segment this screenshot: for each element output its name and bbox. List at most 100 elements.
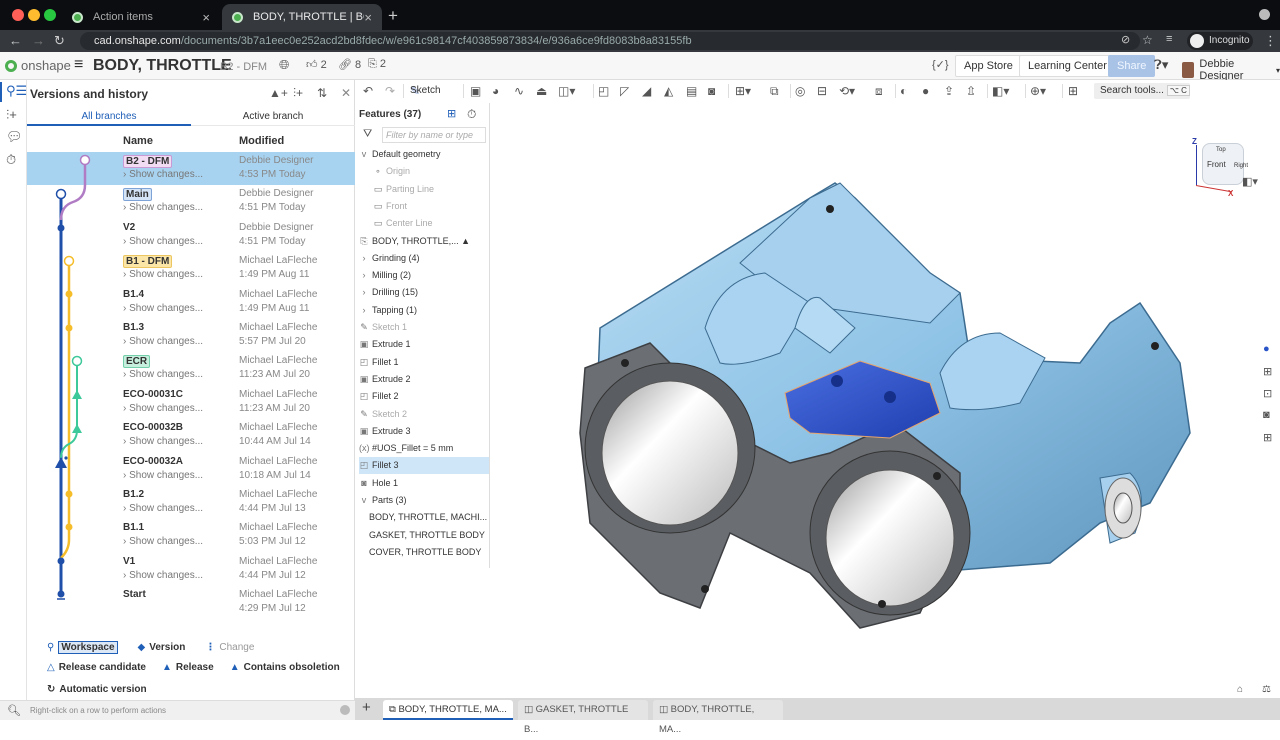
create-version-icon[interactable]: ⫶+ — [293, 86, 303, 101]
part-list-item[interactable]: GASKET, THROTTLE BODY — [359, 527, 489, 544]
feature-list-item[interactable]: › Milling (2) — [359, 267, 489, 284]
feature-list-item[interactable]: ✎ Sketch 1 — [359, 319, 489, 336]
copies-button[interactable]: ⎘ 2 — [368, 58, 386, 71]
delete-part-icon[interactable]: ⧈ — [875, 84, 883, 99]
compare-icon[interactable]: ⇅ — [317, 86, 327, 100]
view-cube-top[interactable]: Top — [1216, 147, 1226, 153]
delete-face-icon[interactable]: ● — [922, 84, 929, 98]
modify-fillet-icon[interactable]: ◐ — [900, 84, 907, 98]
forward-icon[interactable]: → — [32, 33, 45, 48]
feature-list-item[interactable]: ◰ Fillet 1 — [359, 354, 489, 371]
browser-tab-body-throttle[interactable]: BODY, THROTTLE | BODY, TH × — [222, 4, 382, 30]
sweep-icon[interactable]: ∿ — [514, 84, 524, 98]
feature-list-item[interactable]: ◰ Fillet 2 — [359, 388, 489, 405]
tab-active-branch[interactable]: Active branch — [191, 111, 355, 122]
add-tab-button[interactable]: + — [362, 699, 371, 716]
rollback-timer-icon[interactable]: ⏱︎ — [467, 107, 476, 122]
configurations-icon[interactable]: ⊞ — [1263, 365, 1272, 378]
feature-group[interactable]: v Default geometry — [359, 146, 489, 163]
measure-icon[interactable]: ⌂ — [1237, 684, 1243, 695]
boolean-icon[interactable]: ◎ — [795, 84, 805, 98]
plane-icon[interactable]: ◧▾ — [992, 84, 1009, 98]
browser-kebab-icon[interactable]: ⋮ — [1264, 33, 1277, 49]
variables-table-icon[interactable]: ⊞ — [1263, 431, 1272, 444]
like-button[interactable]: 👍︎ 2 — [306, 58, 327, 71]
mass-properties-icon[interactable]: ⊡ — [1263, 387, 1272, 400]
learning-center-button[interactable]: Learning Center — [1019, 55, 1116, 77]
close-window-button[interactable] — [12, 9, 24, 21]
draft-icon[interactable]: ◢ — [642, 84, 651, 98]
search-tabs-icon[interactable]: 🔍︎ — [7, 704, 21, 717]
browser-menu-icon[interactable] — [1259, 9, 1270, 20]
feature-list-item[interactable]: ▭ Center Line — [359, 215, 489, 232]
feature-list-item[interactable]: ◰ Fillet 3 — [359, 457, 489, 475]
render-icon[interactable]: ◙ — [1263, 409, 1270, 421]
appearance-icon[interactable]: ● — [1263, 343, 1270, 355]
incognito-badge[interactable]: Incognito — [1187, 32, 1253, 50]
links-button[interactable]: 🔗︎ 8 — [338, 58, 361, 71]
graphics-viewport[interactable]: Front Top Right Z X ◧▾ — [490, 103, 1258, 700]
variables-icon[interactable]: {✓} — [932, 58, 949, 71]
transform-icon[interactable]: ⟲▾ — [839, 84, 855, 98]
doc-tab-body-throttle-ma[interactable]: ⧉ BODY, THROTTLE, MA... — [383, 700, 513, 720]
mirror-icon[interactable]: ⧉ — [770, 84, 779, 99]
loft-icon[interactable]: ⏏ — [536, 84, 547, 98]
comments-icon[interactable]: 💬︎ — [6, 129, 23, 145]
view-cube-front[interactable]: Front — [1207, 160, 1226, 169]
mate-connector-icon[interactable]: ⊕▾ — [1030, 84, 1046, 98]
reload-icon[interactable]: ↻ — [54, 33, 65, 49]
share-button[interactable]: Share — [1108, 55, 1156, 77]
column-modified-header[interactable]: Modified — [239, 135, 284, 147]
history-timer-icon[interactable]: ⏱︎ — [6, 152, 16, 168]
public-globe-icon[interactable]: 🌐︎ — [279, 57, 289, 73]
revolve-icon[interactable]: ◕ — [492, 84, 499, 98]
insert-version-icon[interactable]: ⫶+ — [6, 107, 17, 123]
tracking-off-icon[interactable]: ⊘ — [1121, 33, 1130, 46]
close-tab-icon[interactable]: × — [202, 10, 210, 25]
feature-list-item[interactable]: ▭ Front — [359, 198, 489, 215]
close-tab-icon[interactable]: × — [364, 10, 372, 25]
view-cube[interactable]: Front Top Right Z X — [1190, 127, 1250, 207]
feature-list-item[interactable]: › Tapping (1) — [359, 302, 489, 319]
reading-list-icon[interactable]: ≡ — [1166, 33, 1172, 45]
view-options-icon[interactable]: ◧▾ — [1242, 175, 1258, 188]
document-title[interactable]: BODY, THROTTLE — [93, 57, 232, 75]
status-help-icon[interactable] — [340, 705, 350, 715]
cad-model[interactable] — [490, 103, 1255, 700]
feature-list-item[interactable]: › Grinding (4) — [359, 250, 489, 267]
onshape-logo[interactable]: onshape — [5, 58, 71, 73]
maximize-window-button[interactable] — [44, 9, 56, 21]
document-menu-icon[interactable]: ≡ — [74, 56, 83, 74]
pattern-icon[interactable]: ⊞▾ — [735, 84, 751, 98]
rib-icon[interactable]: ◭ — [664, 84, 673, 98]
fillet-icon[interactable]: ◰ — [598, 84, 609, 98]
add-folder-icon[interactable]: ⊞ — [447, 107, 456, 120]
bookmark-star-icon[interactable]: ☆ — [1142, 33, 1153, 47]
filter-icon[interactable]: ⛛ — [363, 128, 372, 141]
feature-list-item[interactable]: (x) #UOS_Fillet = 5 mm — [359, 440, 489, 457]
hole-icon[interactable]: ◙ — [708, 84, 715, 98]
url-field[interactable]: cad.onshape.com/documents/3b7a1eec0e252a… — [80, 32, 1140, 50]
part-list-item[interactable]: COVER, THROTTLE BODY — [359, 544, 489, 561]
doc-tab-body-throttle-ma-2[interactable]: ◫ BODY, THROTTLE, MA... — [653, 700, 783, 735]
thicken-icon[interactable]: ◫▾ — [558, 84, 575, 98]
feature-list-item[interactable]: ◙ Hole 1 — [359, 475, 489, 492]
feature-list-item[interactable]: ▭ Parting Line — [359, 181, 489, 198]
move-face-icon[interactable]: ⇪ — [944, 84, 954, 98]
back-icon[interactable]: ← — [9, 33, 22, 48]
part-list-item[interactable]: BODY, THROTTLE, MACHI... — [359, 509, 489, 526]
mass-icon[interactable]: ⚖︎ — [1262, 684, 1271, 695]
replace-face-icon[interactable]: ⇫ — [966, 84, 976, 98]
sketch-button[interactable]: Sketch — [410, 85, 441, 96]
view-cube-right[interactable]: Right — [1234, 163, 1248, 169]
feature-list-item[interactable]: ▣ Extrude 1 — [359, 336, 489, 353]
minimize-window-button[interactable] — [28, 9, 40, 21]
feature-group[interactable]: v Parts (3) — [359, 492, 489, 509]
feature-list-item[interactable]: ∘ Origin — [359, 163, 489, 180]
extrude-icon[interactable]: ▣ — [470, 84, 481, 98]
new-tab-button[interactable]: + — [388, 6, 398, 26]
feature-list-item[interactable]: ⎘ BODY, THROTTLE,... ▲ — [359, 233, 489, 250]
redo-icon[interactable]: ↷ — [385, 84, 395, 98]
create-release-icon[interactable]: ▲+ — [269, 86, 288, 100]
feature-list-item[interactable]: ▣ Extrude 3 — [359, 423, 489, 440]
